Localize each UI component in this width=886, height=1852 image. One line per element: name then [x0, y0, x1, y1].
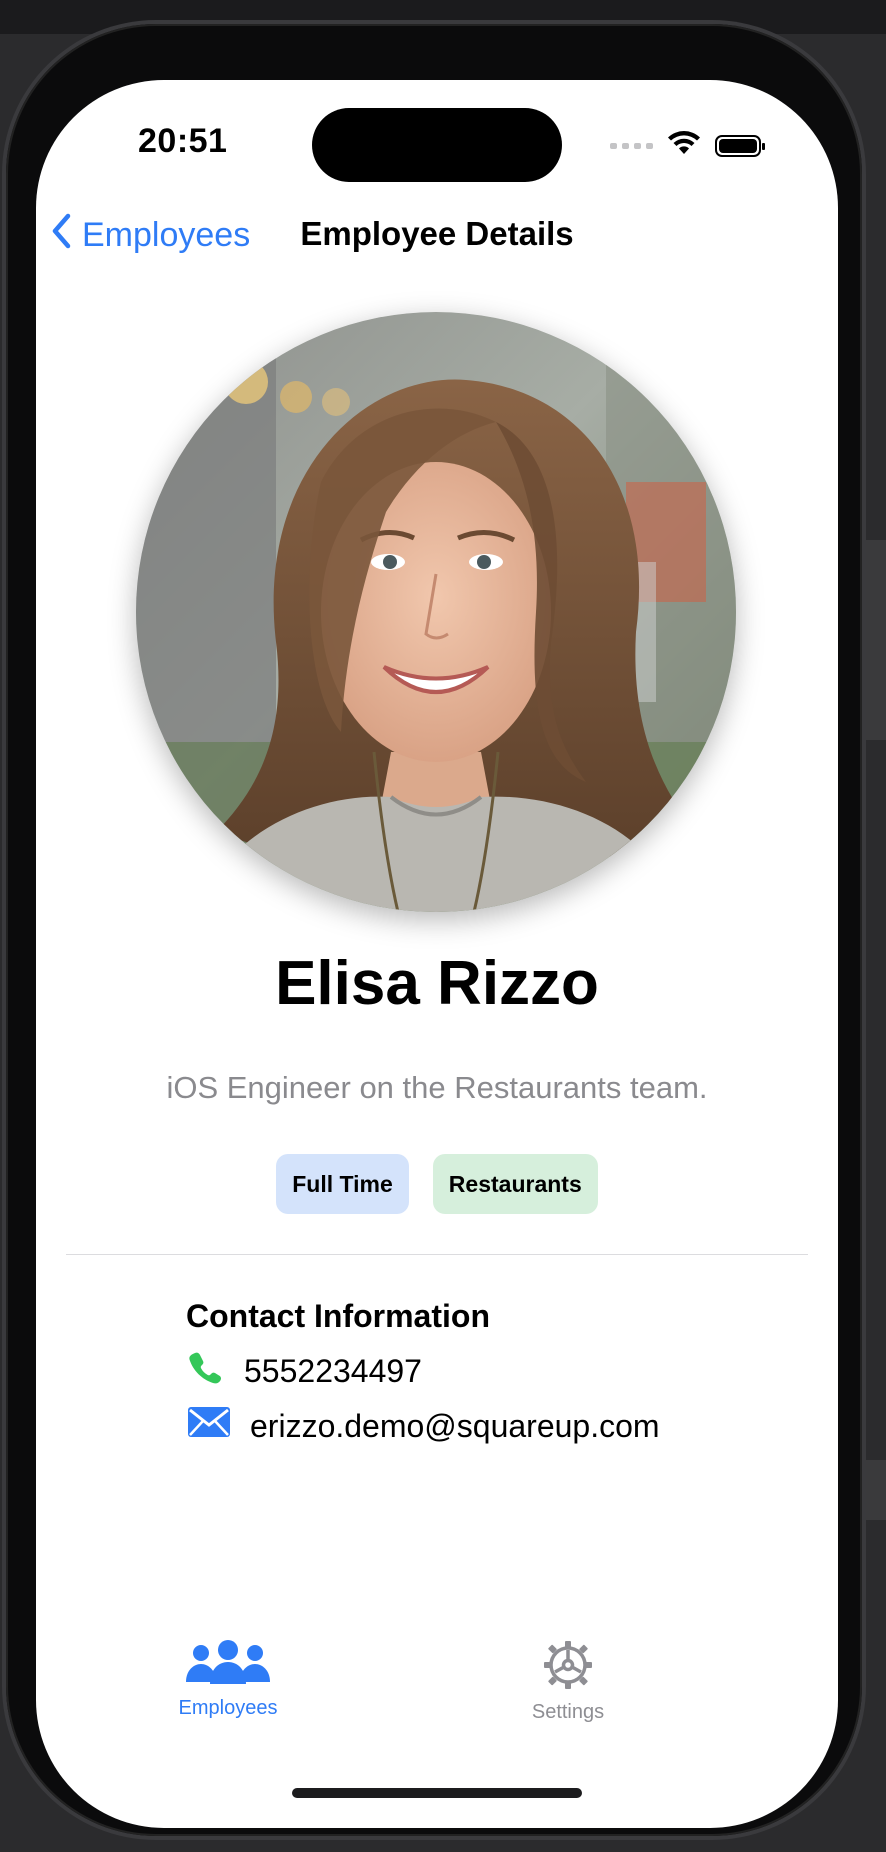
phone-screen: 20:51 Employees Employee Details Elisa R…: [36, 80, 838, 1828]
window-edge: [862, 1460, 886, 1520]
tag-list: Full Time Restaurants: [36, 1154, 838, 1214]
employee-photo: [136, 312, 736, 912]
cellular-signal-icon: [610, 142, 653, 149]
email-row[interactable]: erizzo.demo@squareup.com: [188, 1407, 660, 1445]
tab-bar: Employees Settings: [36, 1640, 838, 1760]
team-badge: Restaurants: [432, 1154, 598, 1214]
contact-section-title: Contact Information: [186, 1298, 490, 1334]
tab-settings-label: Settings: [531, 1701, 605, 1723]
phone-row[interactable]: 5552234497: [188, 1350, 422, 1392]
phone-icon: [188, 1350, 222, 1392]
divider: [66, 1254, 808, 1255]
window-edge: [862, 540, 886, 740]
employment-type-badge: Full Time: [276, 1154, 409, 1214]
home-indicator[interactable]: [292, 1788, 582, 1798]
page-title: Employee Details: [300, 215, 574, 252]
battery-icon: [715, 134, 765, 157]
employee-name: Elisa Rizzo: [275, 949, 599, 1018]
phone-number: 5552234497: [244, 1352, 422, 1389]
email-address: erizzo.demo@squareup.com: [250, 1407, 660, 1444]
gear-icon: [543, 1640, 593, 1695]
tab-settings[interactable]: Settings: [468, 1640, 668, 1724]
status-icons: [610, 130, 765, 161]
tab-employees[interactable]: Employees: [128, 1640, 328, 1720]
phone-frame: 20:51 Employees Employee Details Elisa R…: [6, 24, 862, 1836]
status-time: 20:51: [138, 122, 228, 160]
wifi-icon: [667, 130, 701, 161]
envelope-icon: [188, 1407, 230, 1445]
tab-employees-label: Employees: [178, 1697, 278, 1719]
dynamic-island: [312, 108, 562, 182]
people-icon: [184, 1640, 272, 1691]
employee-bio: iOS Engineer on the Restaurants team.: [166, 1070, 708, 1105]
